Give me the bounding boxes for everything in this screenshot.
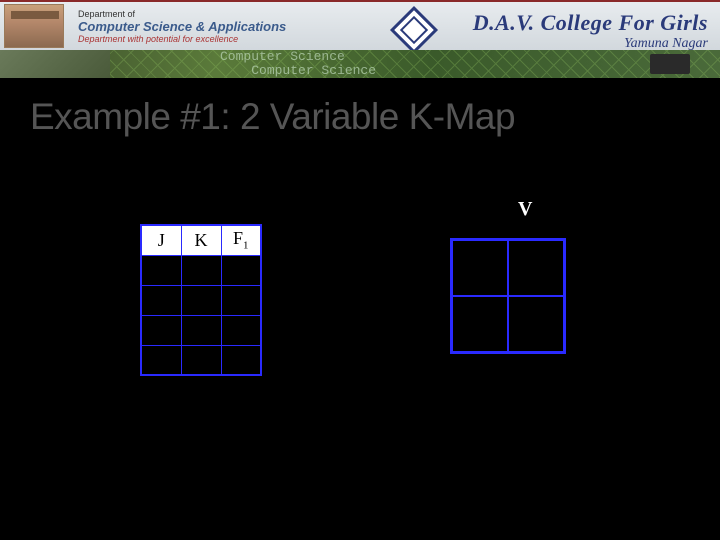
cell [221, 285, 261, 315]
building-photo [4, 4, 64, 48]
truth-table-header-row: J K F1 [141, 225, 261, 255]
kmap-cell [508, 240, 564, 296]
title-area: Example #1: 2 Variable K-Map [0, 78, 720, 148]
kmap-cell [452, 240, 508, 296]
pcb-photo-left [0, 50, 110, 78]
dept-prefix: Department of [78, 9, 286, 19]
cell [141, 345, 181, 375]
truth-table: J K F1 [140, 224, 262, 376]
table-row [141, 285, 261, 315]
slide-content: J K F1 V [0, 148, 720, 508]
kmap-cell [452, 296, 508, 352]
col-f-letter: F [233, 228, 243, 248]
banner-top-row: Department of Computer Science & Applica… [0, 2, 720, 50]
department-text-block: Department of Computer Science & Applica… [78, 9, 286, 44]
header-banner: Department of Computer Science & Applica… [0, 0, 720, 78]
table-row [141, 255, 261, 285]
kmap-grid [450, 238, 566, 354]
dept-tagline: Department with potential for excellence [78, 34, 286, 44]
col-f1: F1 [221, 225, 261, 255]
cell [141, 285, 181, 315]
cell [221, 345, 261, 375]
cell [141, 255, 181, 285]
slide-title: Example #1: 2 Variable K-Map [30, 96, 690, 138]
kmap-top-label: V [518, 198, 532, 221]
col-k: K [181, 225, 221, 255]
dept-name: Computer Science & Applications [78, 19, 286, 34]
table-row [141, 315, 261, 345]
cs-overlay-text: Computer Science Computer Science [220, 50, 376, 78]
banner-shadow [0, 78, 720, 84]
cs-text-1: Computer Science [220, 50, 345, 64]
col-j: J [141, 225, 181, 255]
cell [181, 315, 221, 345]
kmap-cell [508, 296, 564, 352]
college-name: D.A.V. College For Girls [450, 10, 708, 36]
cs-text-2: Computer Science [251, 63, 376, 78]
pcb-connector [650, 54, 690, 74]
diamond-icon [390, 6, 438, 54]
cell [141, 315, 181, 345]
cell [221, 315, 261, 345]
banner-bottom-row: Computer Science Computer Science [0, 50, 720, 78]
col-f-sub: 1 [243, 240, 249, 252]
college-text-block: D.A.V. College For Girls Yamuna Nagar [450, 10, 708, 52]
cell [221, 255, 261, 285]
cell [181, 255, 221, 285]
table-row [141, 345, 261, 375]
cell [181, 345, 221, 375]
college-logo [390, 8, 438, 56]
cell [181, 285, 221, 315]
